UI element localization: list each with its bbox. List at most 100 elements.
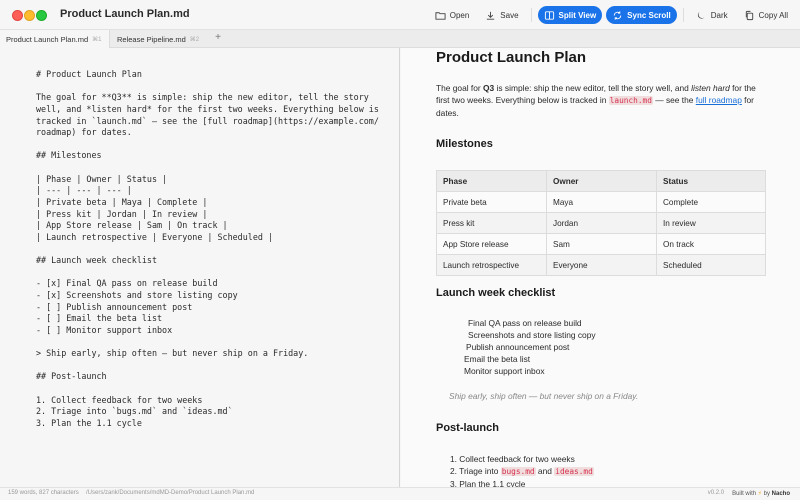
table-row: App Store release Sam On track	[436, 233, 766, 255]
copy-icon	[744, 10, 755, 21]
split-view-icon	[544, 10, 555, 21]
sync-icon	[612, 10, 623, 21]
open-label: Open	[449, 10, 470, 20]
toolbar: Open Save Split View Sync Scroll Dark Co…	[429, 6, 794, 24]
markdown-editor[interactable]: # Product Launch Plan The goal for **Q3*…	[0, 48, 400, 487]
list-item: Screenshots and store listing copy	[462, 329, 596, 341]
table-row: Private beta Maya Complete	[436, 191, 766, 213]
postlaunch-heading: Post-launch	[436, 422, 499, 434]
checklist-item-label: Email the beta list	[464, 354, 531, 365]
table-cell: Launch retrospective	[436, 254, 547, 276]
lightning-icon: ⚡	[757, 491, 762, 497]
table-cell: Press kit	[436, 212, 547, 234]
tab-shortcut: ⌘1	[92, 36, 102, 43]
editor-source-text[interactable]: # Product Launch Plan The goal for **Q3*…	[0, 48, 399, 429]
table-header: Owner	[546, 170, 657, 192]
blockquote: Ship early, ship often — but never ship …	[449, 391, 639, 401]
sync-scroll-label: Sync Scroll	[627, 10, 671, 20]
toolbar-divider	[682, 8, 684, 22]
list-item: Email the beta list	[462, 353, 596, 365]
intro-paragraph: The goal for Q3 is simple: ship the new …	[436, 82, 766, 119]
inline-code: bugs.md	[500, 467, 536, 477]
open-button[interactable]: Open	[429, 6, 476, 24]
status-bar: 159 words, 827 characters /Users/zank/Do…	[0, 487, 800, 500]
sync-scroll-button[interactable]: Sync Scroll	[606, 6, 677, 24]
intro-text: — see the	[652, 95, 696, 105]
intro-text: The goal for	[436, 83, 484, 93]
title-bar: Product Launch Plan.md Open Save Split V…	[0, 0, 800, 30]
table-cell: Complete	[656, 191, 766, 213]
launch-checklist: Final QA pass on release build Screensho…	[462, 317, 596, 377]
dark-mode-button[interactable]: Dark	[690, 6, 734, 24]
tab-release-pipeline[interactable]: Release Pipeline.md ⌘2	[111, 30, 211, 48]
list-item: Final QA pass on release build	[462, 317, 596, 329]
dark-label: Dark	[710, 10, 728, 20]
checklist-item-label: Publish announcement post	[466, 342, 570, 353]
list-item: Monitor support inbox	[462, 365, 596, 377]
intro-bold: Q3	[483, 83, 495, 93]
word-count: 159 words, 827 characters	[8, 490, 79, 496]
author-link[interactable]: Nacho	[772, 491, 790, 497]
file-path: /Users/zank/Documents/mdMD-Demo/Product …	[86, 490, 255, 496]
table-cell: App Store release	[436, 233, 547, 255]
built-with-credit: Built with ⚡ by Nacho	[732, 490, 790, 497]
table-cell: Private beta	[436, 191, 547, 213]
folder-icon	[435, 10, 446, 21]
copy-all-label: Copy All	[758, 10, 788, 20]
checklist-item-label: Monitor support inbox	[464, 366, 545, 377]
roadmap-link[interactable]: full roadmap	[696, 95, 742, 105]
table-row: Launch retrospective Everyone Scheduled	[436, 254, 766, 276]
table-header: Phase	[436, 170, 547, 192]
minimize-window-button[interactable]	[24, 10, 35, 21]
list-item: 1. Collect feedback for two weeks	[450, 454, 575, 464]
toolbar-divider	[530, 8, 532, 22]
split-view-button[interactable]: Split View	[537, 6, 603, 24]
window-title: Product Launch Plan.md	[60, 8, 190, 20]
save-label: Save	[500, 10, 519, 20]
inline-code: ideas.md	[554, 467, 594, 477]
table-cell: Everyone	[546, 254, 657, 276]
postlaunch-list: 1. Collect feedback for two weeks 2. Tri…	[450, 453, 594, 487]
table-cell: On track	[656, 233, 766, 255]
intro-text: is simple: ship the new editor, tell the…	[494, 83, 692, 93]
save-icon	[485, 10, 496, 21]
markdown-preview: Product Launch Plan The goal for Q3 is s…	[401, 48, 800, 487]
list-item-text: 2. Triage into	[450, 466, 501, 477]
copy-all-button[interactable]: Copy All	[738, 6, 794, 24]
split-view-label: Split View	[558, 10, 597, 20]
checklist-item-label: Final QA pass on release build	[468, 318, 582, 328]
list-item-text: and	[535, 466, 555, 477]
checklist-item-label: Screenshots and store listing copy	[468, 330, 596, 341]
maximize-window-button[interactable]	[36, 10, 47, 21]
milestones-table: Phase Owner Status Private beta Maya Com…	[436, 170, 766, 276]
add-tab-button[interactable]: +	[212, 32, 224, 43]
status-right: v0.2.0 Built with ⚡ by Nacho	[708, 490, 790, 497]
tab-bar: Product Launch Plan.md ⌘1 Release Pipeli…	[0, 30, 800, 48]
list-item: 2. Triage into bugs.md and ideas.md	[450, 465, 594, 478]
intro-italic: listen hard	[691, 83, 730, 93]
table-header-row: Phase Owner Status	[436, 170, 766, 192]
table-cell: Scheduled	[656, 254, 766, 276]
built-prefix: Built with	[732, 491, 757, 497]
milestones-heading: Milestones	[436, 138, 493, 150]
checklist-heading: Launch week checklist	[436, 287, 556, 299]
table-row: Press kit Jordan In review	[436, 212, 766, 234]
preview-title: Product Launch Plan	[436, 49, 587, 66]
built-by: by	[763, 491, 770, 497]
tab-shortcut: ⌘2	[189, 36, 200, 43]
table-cell: Maya	[546, 191, 657, 213]
table-header: Status	[656, 170, 766, 192]
table-cell: Jordan	[546, 212, 657, 234]
list-item: 3. Plan the 1.1 cycle	[450, 479, 526, 487]
table-cell: Sam	[546, 233, 657, 255]
table-cell: In review	[656, 212, 766, 234]
inline-code: launch.md	[608, 96, 653, 105]
tab-label: Product Launch Plan.md	[6, 34, 89, 44]
list-item: Publish announcement post	[462, 341, 596, 353]
tab-product-launch-plan[interactable]: Product Launch Plan.md ⌘1	[0, 30, 110, 48]
close-window-button[interactable]	[12, 10, 23, 21]
moon-icon	[696, 10, 707, 21]
version-label: v0.2.0	[707, 490, 725, 496]
tab-label: Release Pipeline.md	[117, 34, 186, 44]
save-button[interactable]: Save	[479, 6, 524, 24]
